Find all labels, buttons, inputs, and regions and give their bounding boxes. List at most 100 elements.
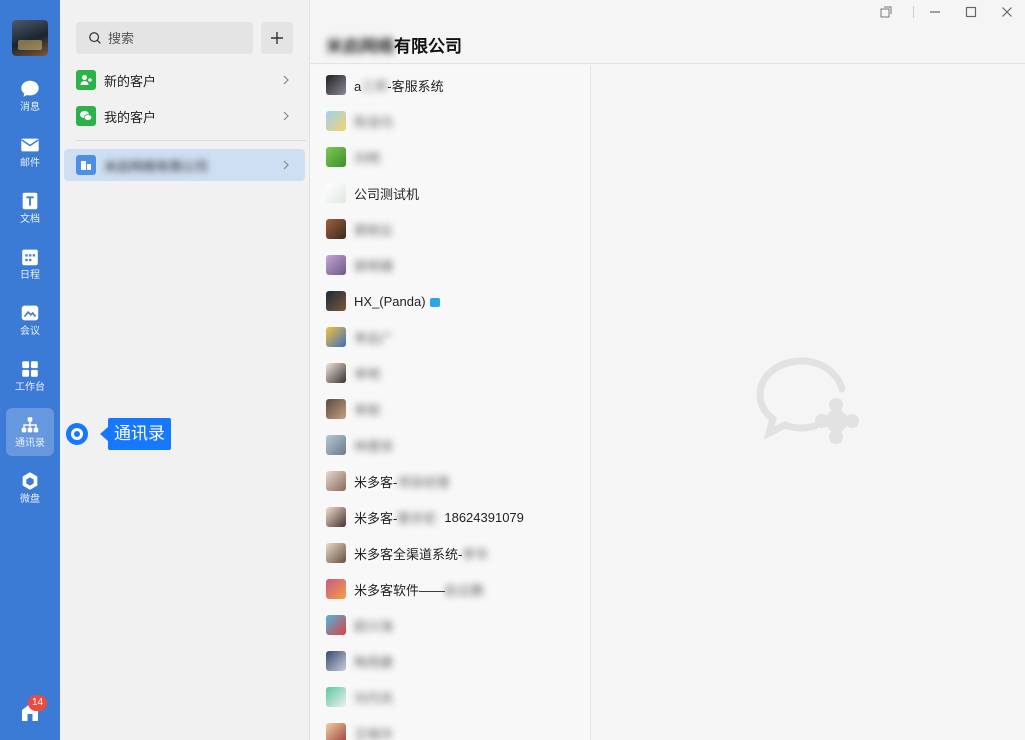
menu-new-customers[interactable]: 新的客户	[64, 64, 305, 96]
rail-item-contacts[interactable]: 通讯录	[6, 408, 54, 456]
contact-row[interactable]: 米多客-项目经理	[326, 463, 586, 499]
contact-name-prefix: 米多客-	[354, 510, 398, 526]
rail-label: 消息	[20, 102, 40, 113]
contact-avatar	[326, 579, 346, 599]
contact-list: a三师-客服系统 陈佳均 刘明 公司测试机 郭刚云 郭明珊 HX_(Panda) 李启广 李明李…	[310, 65, 591, 740]
add-contact-icon	[76, 70, 96, 90]
contact-avatar	[326, 291, 346, 311]
contact-avatar	[326, 471, 346, 491]
menu-company[interactable]: 米启网络有限公司	[64, 149, 305, 181]
contact-row[interactable]: 公司测试机	[326, 175, 586, 211]
rail-item-messages[interactable]: 消息	[6, 72, 54, 120]
contact-name-blurred: 三师	[361, 78, 388, 94]
org-chart-icon	[21, 417, 39, 433]
contact-row[interactable]: 欧兴海	[326, 607, 586, 643]
page-title: 米启网络有限公司	[326, 32, 462, 57]
contact-row[interactable]: 陶雨婕	[326, 643, 586, 679]
annotation-marker	[66, 423, 88, 445]
add-button[interactable]	[261, 22, 293, 54]
mail-icon	[21, 138, 39, 152]
contact-name-blurred: 王晓玲	[354, 726, 394, 740]
rail-item-meeting[interactable]: 会议	[6, 296, 54, 344]
contact-name-blurred: 赵云鹏	[445, 582, 485, 598]
contact-name-blurred: 陶雨婕	[354, 654, 394, 670]
contact-row[interactable]: 郭明珊	[326, 247, 586, 283]
contact-name-blurred: 李明	[354, 366, 381, 382]
app-rail: 消息 邮件 文档 日程 会议 工作台 通讯录 微盘 14	[0, 0, 60, 740]
contact-name: 陈佳均	[354, 112, 393, 131]
contact-row[interactable]: 李刚	[326, 391, 586, 427]
menu-label: 我的客户	[104, 109, 157, 125]
contact-row[interactable]: 米多客-黎亦宏 18624391079	[326, 499, 586, 535]
contact-avatar	[326, 147, 346, 167]
contact-avatar	[326, 543, 346, 563]
chat-flag-icon	[429, 297, 440, 307]
contact-row[interactable]: 刘明	[326, 139, 586, 175]
contact-avatar	[326, 75, 346, 95]
contact-name-prefix: a	[354, 78, 362, 94]
divider	[76, 140, 306, 141]
chat-bubble-icon	[21, 80, 39, 97]
search-box[interactable]	[76, 22, 253, 54]
contact-name: 米多客-项目经理	[354, 472, 449, 491]
wechat-icon	[76, 106, 96, 126]
contact-row[interactable]: 米多客全渠道系统-李华	[326, 535, 586, 571]
contact-row[interactable]: 林惠琼	[326, 427, 586, 463]
contact-name-blurred: 刘丹凤	[354, 690, 394, 706]
contact-row[interactable]: 刘丹凤	[326, 679, 586, 715]
contact-row[interactable]: 郭刚云	[326, 211, 586, 247]
workbench-icon	[22, 361, 38, 377]
contact-name: 陶雨婕	[354, 652, 393, 671]
rail-label: 微盘	[20, 494, 40, 505]
rail-item-drive[interactable]: 微盘	[6, 464, 54, 512]
contact-row[interactable]: 李明	[326, 355, 586, 391]
menu-my-customers[interactable]: 我的客户	[64, 100, 305, 132]
contact-name: 米多客-黎亦宏	[354, 508, 436, 527]
detail-pane	[592, 65, 1025, 740]
contact-row[interactable]: HX_(Panda)	[326, 283, 586, 319]
rail-label: 通讯录	[15, 438, 45, 449]
contact-avatar	[326, 363, 346, 383]
rail-label: 会议	[20, 326, 40, 337]
contact-row[interactable]: 米多客软件——赵云鹏	[326, 571, 586, 607]
contact-row[interactable]: 王晓玲	[326, 715, 586, 740]
contact-name: 李启广	[354, 328, 393, 347]
contact-name: 郭刚云	[354, 220, 393, 239]
pin-window-icon[interactable]	[878, 4, 894, 20]
rail-label: 工作台	[15, 382, 45, 393]
maximize-icon[interactable]	[963, 4, 979, 20]
rail-item-mail[interactable]: 邮件	[6, 128, 54, 176]
menu-label-company: 米启网络有限公司	[104, 158, 209, 174]
contact-name-blurred: 李刚	[354, 402, 381, 418]
building-icon	[76, 155, 96, 175]
contact-avatar	[326, 399, 346, 419]
rail-item-workbench[interactable]: 工作台	[6, 352, 54, 400]
close-icon[interactable]	[999, 4, 1015, 20]
rail-item-docs[interactable]: 文档	[6, 184, 54, 232]
contact-phone: 18624391079	[444, 509, 524, 525]
plus-icon	[271, 32, 283, 44]
user-avatar[interactable]	[12, 20, 48, 56]
contact-name: 王晓玲	[354, 724, 393, 740]
minimize-icon[interactable]	[927, 4, 943, 20]
contact-name-blurred: 李华	[462, 546, 489, 562]
rail-label: 文档	[20, 214, 40, 225]
contact-name: 公司测试机	[354, 184, 419, 203]
contact-name: a三师-客服系统	[354, 76, 444, 95]
rail-item-calendar[interactable]: 日程	[6, 240, 54, 288]
contact-row[interactable]: 陈佳均	[326, 103, 586, 139]
contact-avatar	[326, 255, 346, 275]
contact-avatar	[326, 651, 346, 671]
contact-row[interactable]: 李启广	[326, 319, 586, 355]
contact-name-blurred: 李启广	[354, 330, 394, 346]
contact-name: 林惠琼	[354, 436, 393, 455]
contact-row[interactable]: a三师-客服系统	[326, 67, 586, 103]
chevron-right-icon	[283, 111, 289, 121]
contact-name-prefix: 米多客-	[354, 474, 398, 490]
contact-name-blurred: 陈佳均	[354, 114, 394, 130]
search-input[interactable]	[108, 30, 248, 46]
contact-name-suffix: -客服系统	[387, 78, 444, 94]
contact-name: 郭明珊	[354, 256, 393, 275]
contact-name-blurred: 郭明珊	[354, 258, 394, 274]
contact-name-blurred: 林惠琼	[354, 438, 394, 454]
